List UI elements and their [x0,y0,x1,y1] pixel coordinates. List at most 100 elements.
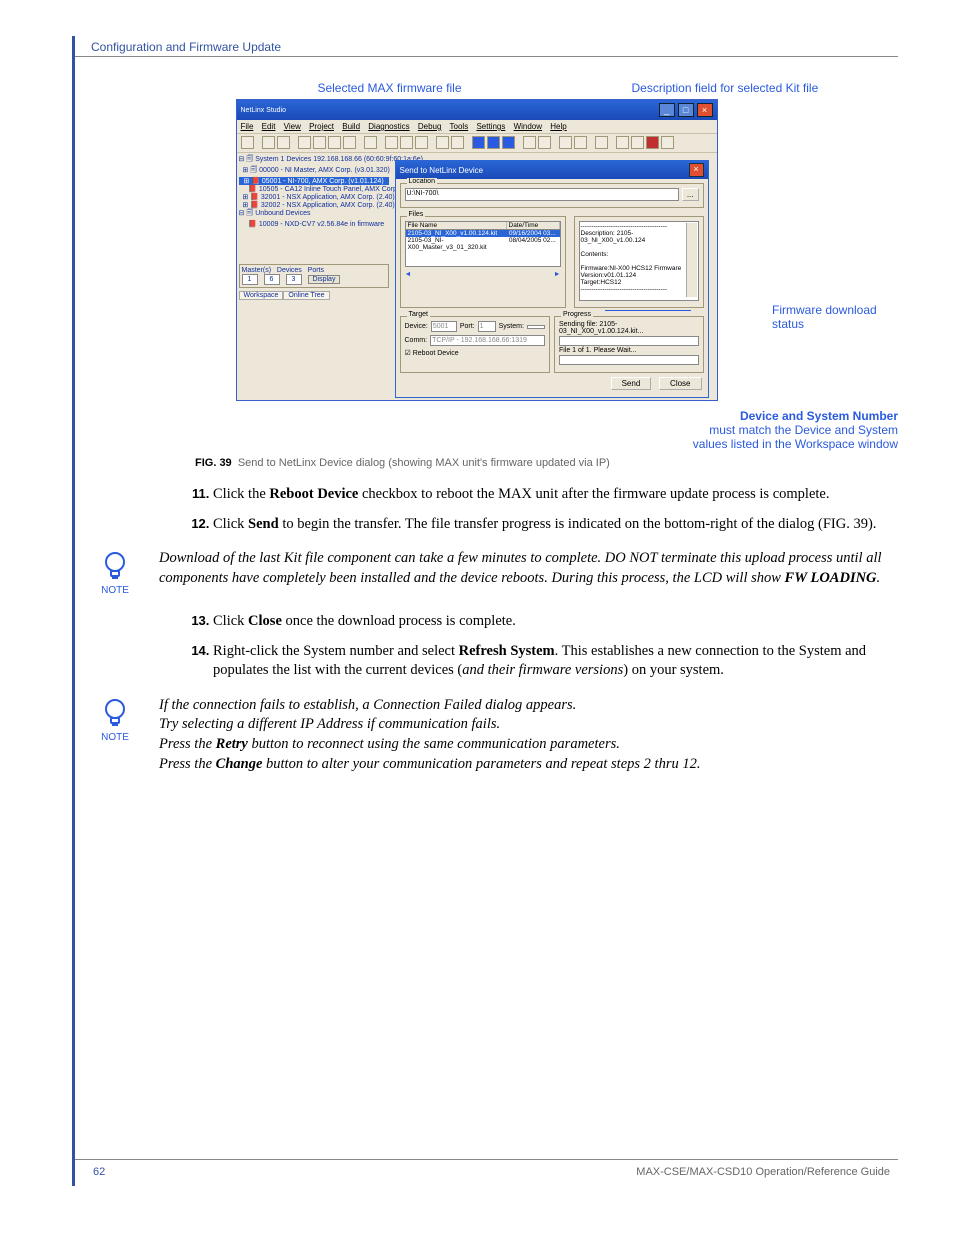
figure-caption: FIG. 39 Send to NetLinx Device dialog (s… [195,457,898,469]
toolbar-icon[interactable] [523,136,536,149]
menu-project[interactable]: Project [309,122,334,131]
maximize-icon[interactable]: □ [678,103,694,117]
menu-diagnostics[interactable]: Diagnostics [368,122,409,131]
menubar: File Edit View Project Build Diagnostics… [237,120,717,134]
toolbar-icon[interactable] [313,136,326,149]
scroll-right-icon[interactable]: ► [554,271,561,278]
menu-tools[interactable]: Tools [450,122,469,131]
files-legend: Files [407,211,426,218]
tree-item[interactable]: ⊞ 🗐 00000 - NI Master, AMX Corp. (v3.01.… [239,166,389,177]
progress-bar [559,336,699,346]
display-button[interactable]: Display [308,275,341,284]
menu-help[interactable]: Help [550,122,566,131]
toolbar [237,134,717,153]
toolbar-icon[interactable] [385,136,398,149]
step-12: Click Send to begin the transfer. The fi… [213,515,898,535]
masters-field[interactable]: 1 [242,274,258,285]
reboot-label: Reboot Device [413,350,459,357]
target-legend: Target [407,311,430,318]
menu-view[interactable]: View [284,122,301,131]
minimize-icon[interactable]: _ [659,103,675,117]
document-title: MAX-CSE/MAX-CSD10 Operation/Reference Gu… [636,1166,890,1178]
toolbar-icon[interactable] [487,136,500,149]
counts-panel: Master(s) Devices Ports 1 6 3 Display [239,264,389,288]
toolbar-icon[interactable] [451,136,464,149]
list-row-selected[interactable]: 2105-03_NI_X00_v1.00.124.kit 09/16/2004 … [406,230,560,237]
toolbar-icon[interactable] [436,136,449,149]
toolbar-icon[interactable] [241,136,254,149]
tree-item[interactable]: ⊞ 📕 32002 - NSX Application, AMX Corp. (… [239,201,389,209]
dialog-titlebar: Send to NetLinx Device × [396,161,708,179]
toolbar-icon[interactable] [646,136,659,149]
callout-description: Description field for selected Kit file [612,81,899,95]
col-filename[interactable]: File Name [406,222,507,229]
tree-root[interactable]: ⊟ 🗐 System 1 Devices 192.168.168.66 (60:… [239,155,389,166]
dialog-close-icon[interactable]: × [689,163,704,177]
toolbar-icon[interactable] [538,136,551,149]
target-group: Target Device: 5001 Port: 1 System: [400,316,550,373]
menu-edit[interactable]: Edit [262,122,276,131]
description-group: ----------------------------------------… [574,216,704,308]
titlebar: NetLinx Studio _ □ × [237,100,717,120]
callout-device-system: Device and System Number must match the … [195,409,898,451]
send-button[interactable]: Send [611,377,652,390]
toolbar-icon[interactable] [400,136,413,149]
location-field[interactable]: U:\NI-700\ [405,188,679,201]
toolbar-icon[interactable] [595,136,608,149]
tree-unbound[interactable]: ⊟ 🗐 Unbound Devices [239,209,389,220]
browse-button[interactable]: ... [682,188,699,201]
toolbar-icon[interactable] [415,136,428,149]
tab-workspace[interactable]: Workspace [239,291,284,300]
note-icon: NOTE [95,549,135,596]
toolbar-icon[interactable] [559,136,572,149]
note-2: NOTE If the connection fails to establis… [95,696,898,774]
toolbar-icon[interactable] [631,136,644,149]
close-icon[interactable]: × [697,103,713,117]
port-field[interactable]: 1 [478,321,496,332]
tree-item[interactable]: 📕 10009 - NXD-CV7 v2.56.84e in firmware [239,220,389,228]
page-header: Configuration and Firmware Update [75,36,898,57]
tree-item[interactable]: ⊞ 📕 32001 - NSX Application, AMX Corp. (… [239,193,389,201]
list-row[interactable]: 2105-03_NI-X00_Master_v3_01_320.kit 08/0… [406,237,560,251]
files-listbox[interactable]: File Name Date/Time 2105-03_NI_X00_v1.00… [405,221,561,267]
toolbar-icon[interactable] [262,136,275,149]
toolbar-icon[interactable] [298,136,311,149]
device-field[interactable]: 5001 [431,321,457,332]
toolbar-icon[interactable] [661,136,674,149]
comm-field: TCP/IP - 192.168.168.66:1319 [430,335,545,346]
location-legend: Location [407,178,437,185]
toolbar-icon[interactable] [328,136,341,149]
reboot-checkbox[interactable]: ☑ [405,350,411,357]
col-datetime[interactable]: Date/Time [507,222,560,229]
toolbar-icon[interactable] [472,136,485,149]
toolbar-icon[interactable] [502,136,515,149]
toolbar-icon[interactable] [343,136,356,149]
send-to-netlinx-dialog: Send to NetLinx Device × Location U:\NI-… [395,160,709,398]
step-13: Click Close once the download process is… [213,612,898,632]
ports-field[interactable]: 3 [286,274,302,285]
step-11: Click the Reboot Device checkbox to rebo… [213,485,898,505]
toolbar-icon[interactable] [574,136,587,149]
step-14: Right-click the System number and select… [213,642,898,681]
menu-file[interactable]: File [241,122,254,131]
devices-field[interactable]: 6 [264,274,280,285]
menu-debug[interactable]: Debug [418,122,442,131]
menu-window[interactable]: Window [514,122,542,131]
menu-build[interactable]: Build [342,122,360,131]
page-number: 62 [93,1166,105,1178]
menu-settings[interactable]: Settings [476,122,505,131]
tree-item-selected[interactable]: ⊞ 📕 05001 - NI-700, AMX Corp. (v1.01.124… [239,177,389,185]
progress-text-1: Sending file: 2105-03_NI_X00_v1.00.124.k… [559,321,699,335]
note-icon: NOTE [95,696,135,743]
close-button[interactable]: Close [659,377,701,390]
toolbar-icon[interactable] [364,136,377,149]
tab-online-tree[interactable]: Online Tree [283,291,329,300]
system-field[interactable] [527,325,545,329]
toolbar-icon[interactable] [616,136,629,149]
toolbar-icon[interactable] [277,136,290,149]
callout-selected-file: Selected MAX firmware file [195,81,612,95]
scrollbar[interactable] [686,223,697,297]
tree-item[interactable]: 📕 10505 - CA12 Inline Touch Panel, AMX C… [239,185,389,193]
scroll-left-icon[interactable]: ◄ [405,271,412,278]
workspace-tree: ⊟ 🗐 System 1 Devices 192.168.168.66 (60:… [237,153,391,393]
